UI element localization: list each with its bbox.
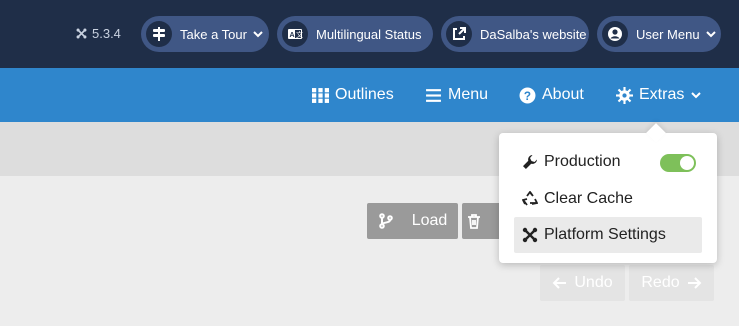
toggle-knob [680,156,694,170]
language-icon: A文 [282,21,308,47]
nav-menu[interactable]: Menu [425,68,488,122]
grid-icon [312,87,329,103]
top-header: 5.3.4 Take a Tour A文 Multilingual Status… [0,0,739,68]
site-link-button[interactable]: DaSalba's website [441,16,589,52]
load-button[interactable]: Load [367,203,458,239]
take-a-tour-button[interactable]: Take a Tour [141,16,269,52]
menu-item-platform-settings[interactable]: Platform Settings [514,217,702,253]
joomla-icon [521,226,539,244]
signpost-icon [146,21,172,47]
joomla-icon [76,28,87,39]
bars-icon [426,88,441,102]
wrench-icon [521,153,539,171]
nav-about[interactable]: ? About [519,68,584,122]
recycle-icon [521,190,539,208]
chevron-down-icon [705,31,716,38]
chevron-down-icon [253,31,263,38]
menu-item-production[interactable]: Production [514,144,702,180]
production-toggle[interactable] [660,154,696,172]
svg-text:?: ? [524,89,531,102]
svg-text:文: 文 [296,30,303,39]
external-link-icon [446,21,472,47]
chevron-down-icon [691,92,702,99]
undo-button[interactable]: Undo [540,265,625,301]
user-circle-icon [602,21,628,47]
svg-text:A: A [290,32,295,39]
arrow-right-icon [687,277,702,289]
main-nav: Outlines Menu ? About Extras [0,68,739,122]
user-menu-button[interactable]: User Menu [597,16,721,52]
version-label: 5.3.4 [76,26,121,41]
nav-extras[interactable]: Extras [616,68,702,122]
trash-icon [468,214,480,229]
nav-outlines[interactable]: Outlines [312,68,394,122]
gear-icon [616,86,633,104]
arrow-left-icon [552,277,567,289]
redo-button[interactable]: Redo [629,265,714,301]
multilingual-status-button[interactable]: A文 Multilingual Status [277,16,433,52]
menu-item-clear-cache[interactable]: Clear Cache [514,181,702,217]
code-branch-icon [378,213,393,229]
question-circle-icon: ? [519,87,536,103]
extras-dropdown: Production Clear Cache Platform Settings [499,123,717,263]
